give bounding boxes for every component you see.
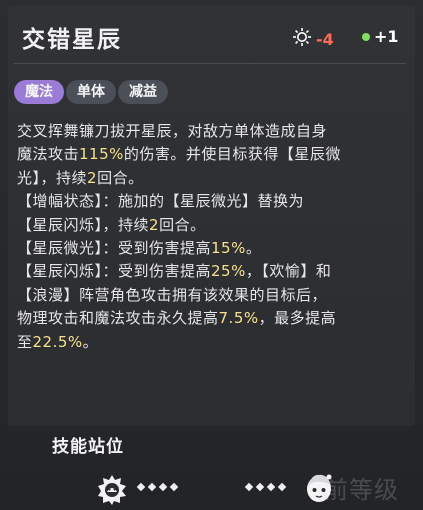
slot-diamond-icon [147, 482, 157, 492]
enemy-slots [244, 482, 287, 492]
caster-emblem-icon [96, 474, 128, 506]
green-dot-icon [362, 32, 370, 41]
sun-icon [292, 27, 312, 51]
attack-bonus-percent: 7.5% [218, 309, 259, 328]
tag-single-target: 单体 [66, 80, 116, 104]
slot-diamond-icon [277, 482, 287, 492]
cost-indicator: -4 [292, 27, 334, 51]
slot-diamond-icon [158, 482, 168, 492]
gain-indicator: +1 [362, 27, 399, 46]
max-bonus-percent: 22.5% [32, 332, 83, 351]
desc-line: 魔法攻击115%的伤害。并使目标获得【星辰微 [17, 145, 341, 164]
target-enemy-icon [304, 472, 334, 504]
divider [14, 63, 406, 64]
desc-line: 交叉挥舞镰刀拔开星辰，对敌方单体造成自身 [17, 122, 328, 140]
desc-line: 【增幅状态】：施加的【星辰微光】替换为 [17, 192, 305, 211]
damage-percent: 115% [79, 145, 124, 164]
slot-diamond-icon [136, 482, 146, 492]
duration-value: 2 [87, 168, 98, 187]
slot-diamond-icon [244, 482, 254, 492]
gain-value: +1 [374, 27, 399, 46]
desc-line: 【星辰闪烁】，持续2回合。 [17, 215, 206, 234]
stance-row [96, 472, 336, 506]
stance-title: 技能站位 [52, 437, 124, 457]
damage-taken-percent: 15% [211, 239, 246, 258]
desc-line: 【星辰微光】：受到伤害提高15%。 [17, 239, 262, 258]
ally-slots [136, 482, 179, 492]
tag-magic: 魔法 [14, 80, 64, 104]
slot-diamond-icon [255, 482, 265, 492]
skill-title: 交错星辰 [22, 26, 122, 53]
skill-tags: 魔法 单体 减益 [14, 80, 168, 104]
desc-line: 至22.5%。 [17, 332, 99, 351]
desc-line: 【浪漫】阵营角色攻击拥有该效果的目标后， [17, 285, 328, 304]
duration-value: 2 [149, 215, 160, 234]
cost-value: -4 [316, 29, 334, 49]
skill-description: 交叉挥舞镰刀拔开星辰，对敌方单体造成自身 魔法攻击115%的伤害。并使目标获得【… [17, 120, 409, 354]
slot-diamond-icon [169, 482, 179, 492]
tag-debuff: 减益 [118, 80, 168, 104]
damage-taken-percent: 25% [211, 262, 246, 281]
desc-line: 【星辰闪烁】：受到伤害提高25%，【欢愉】和 [17, 262, 332, 281]
desc-line: 光】，持续2回合。 [17, 168, 144, 187]
slot-diamond-icon [266, 482, 276, 492]
desc-line: 物理攻击和魔法攻击永久提高7.5%，最多提高 [17, 309, 337, 328]
